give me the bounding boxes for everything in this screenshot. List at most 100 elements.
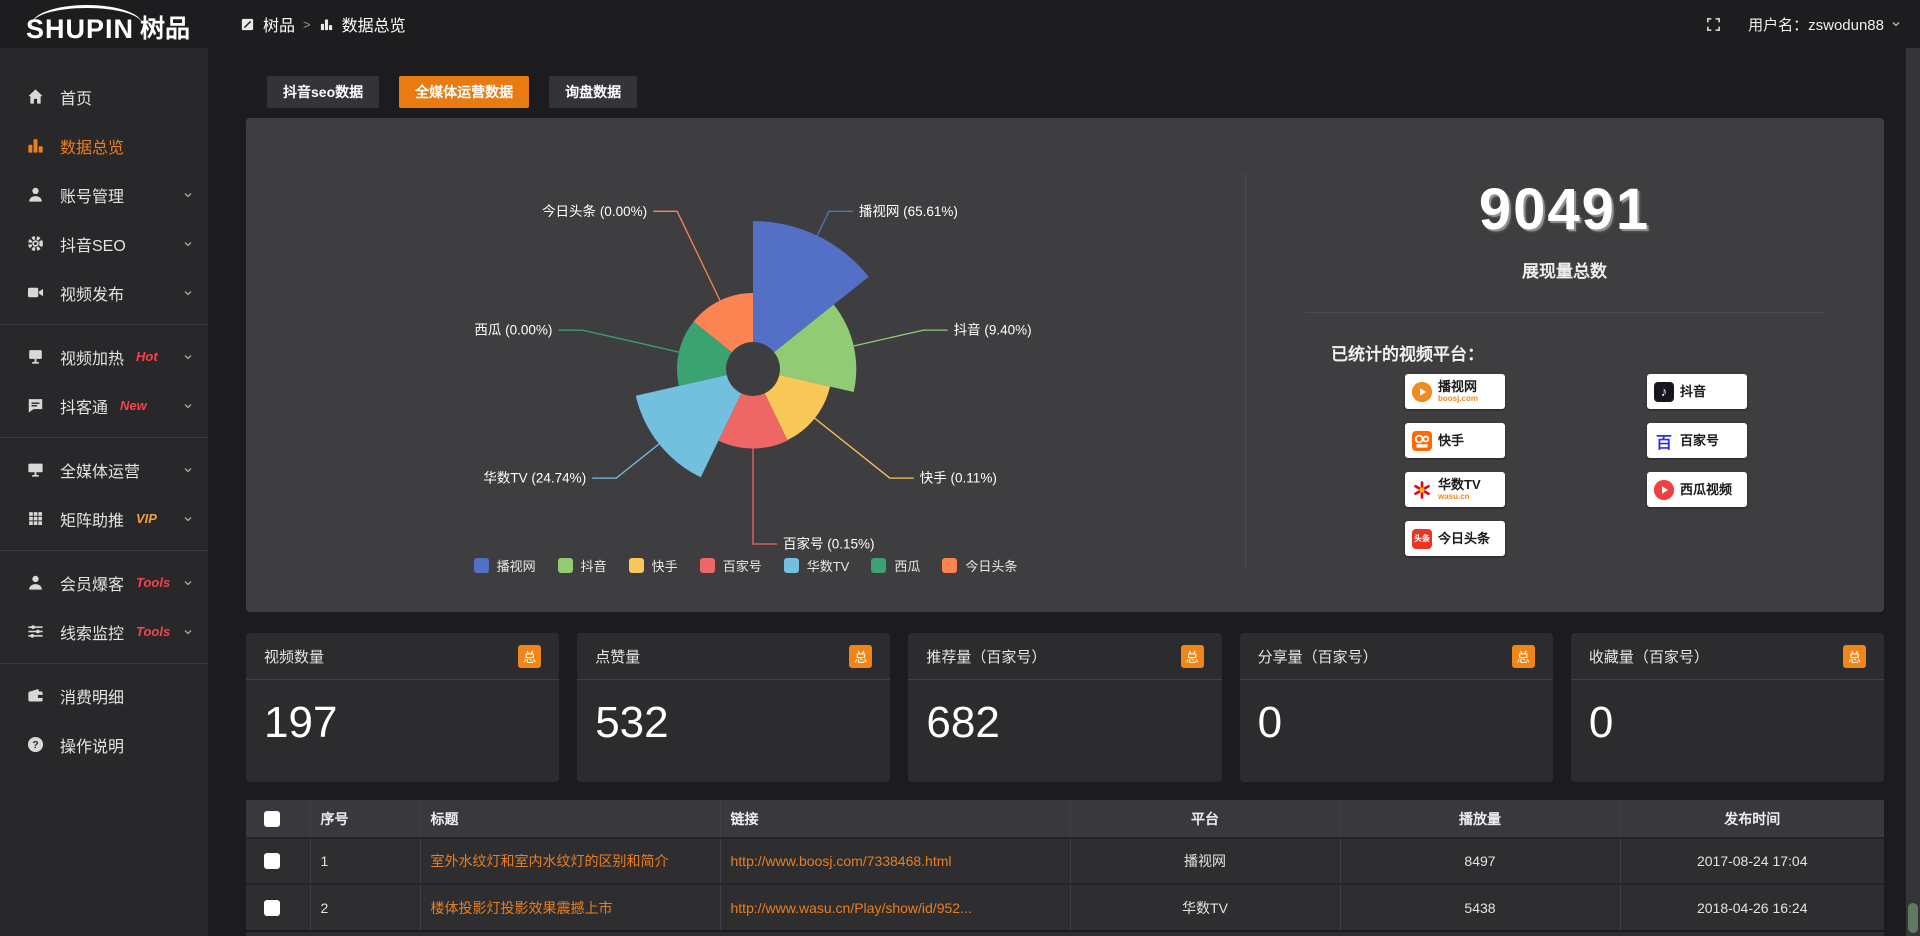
legend-item-抖音[interactable]: 抖音 (558, 556, 607, 575)
header-num: 序号 (310, 800, 420, 838)
sidebar-item-badge: VIP (136, 511, 157, 526)
sidebar-item-label: 会员爆客 (60, 571, 124, 595)
sidebar-item-抖音SEO[interactable]: 抖音SEO (0, 219, 208, 268)
chevron-down-icon[interactable] (182, 400, 194, 412)
video-title-link[interactable]: 楼体投影灯投影效果震撼上市 (431, 900, 613, 916)
stat-card-label: 推荐量（百家号） (926, 646, 1180, 667)
stat-card-value: 0 (1571, 680, 1884, 748)
chevron-down-icon[interactable] (182, 189, 194, 201)
sidebar-item-label: 抖客通 (60, 394, 108, 418)
total-badge: 总 (1512, 645, 1535, 668)
pie-label-西瓜: 西瓜 (0.00%) (474, 323, 552, 338)
tab-询盘数据[interactable]: 询盘数据 (549, 76, 637, 108)
data-tabs: 抖音seo数据全媒体运营数据询盘数据 (267, 76, 637, 108)
rose-pie-chart: 播视网 (65.61%)抖音 (9.40%)快手 (0.11%)百家号 (0.1… (246, 118, 1245, 588)
platform-badge-西瓜视频: 西瓜视频 (1647, 472, 1747, 507)
next-table-row-partial (246, 932, 1884, 936)
sidebar-item-首页[interactable]: 首页 (0, 72, 208, 121)
sidebar-item-会员爆客[interactable]: 会员爆客Tools (0, 558, 208, 607)
legend-item-西瓜[interactable]: 西瓜 (871, 556, 920, 575)
select-all-checkbox[interactable] (264, 811, 280, 827)
sidebar-item-线索监控[interactable]: 线索监控Tools (0, 607, 208, 656)
legend-label: 快手 (652, 556, 678, 575)
header-platform: 平台 (1070, 800, 1340, 838)
row-time: 2017-08-24 17:04 (1620, 838, 1884, 884)
tab-全媒体运营数据[interactable]: 全媒体运营数据 (399, 76, 529, 108)
legend-label: 今日头条 (965, 556, 1017, 575)
video-url-link[interactable]: http://www.boosj.com/7338468.html (731, 853, 952, 869)
label-line-华数TV (592, 444, 659, 478)
legend-swatch (474, 558, 489, 573)
sidebar-item-账号管理[interactable]: 账号管理 (0, 170, 208, 219)
label-line-播视网 (817, 211, 853, 235)
video-icon (26, 283, 45, 302)
chat-icon (26, 396, 45, 415)
sidebar-item-badge: Hot (136, 349, 158, 364)
platform-badge-百家号: 百百家号 (1647, 423, 1747, 458)
legend-item-快手[interactable]: 快手 (629, 556, 678, 575)
legend-label: 抖音 (581, 556, 607, 575)
pie-label-快手: 快手 (0.11%) (920, 471, 997, 486)
home-icon (26, 87, 45, 106)
video-url-link[interactable]: http://www.wasu.cn/Play/show/id/952... (731, 900, 972, 916)
sidebar-item-badge: Tools (136, 624, 170, 639)
chevron-down-icon[interactable] (182, 238, 194, 250)
header-time: 发布时间 (1620, 800, 1884, 838)
sidebar-item-视频发布[interactable]: 视频发布 (0, 268, 208, 317)
chevron-down-icon[interactable] (182, 513, 194, 525)
platform-badge-快手: 快手 (1405, 423, 1505, 458)
platform-name: 今日头条 (1438, 532, 1490, 545)
platform-badge-抖音: ♪抖音 (1647, 374, 1747, 409)
sidebar-item-视频加热[interactable]: 视频加热Hot (0, 332, 208, 381)
summary-section: 90491 展现量总数 已统计的视频平台： 播视网boosj.com♪抖音快手百… (1245, 118, 1884, 612)
stat-card-header: 点赞量总 (577, 633, 890, 680)
sidebar-item-矩阵助推[interactable]: 矩阵助推 VIP (0, 494, 208, 543)
sidebar-item-消费明细[interactable]: 消费明细 (0, 671, 208, 720)
user-menu[interactable]: 用户名：zswodun88 (1748, 14, 1902, 35)
page-scrollbar-track[interactable] (1906, 48, 1920, 936)
legend-item-百家号[interactable]: 百家号 (700, 556, 762, 575)
row-checkbox[interactable] (264, 900, 280, 916)
stat-card-label: 分享量（百家号） (1258, 646, 1512, 667)
stat-card-value: 682 (908, 680, 1221, 748)
legend-swatch (558, 558, 573, 573)
legend-item-播视网[interactable]: 播视网 (474, 556, 536, 575)
platform-subtext: wasu.cn (1438, 493, 1481, 501)
username-label: 用户名：zswodun88 (1748, 14, 1884, 35)
sidebar-divider (0, 324, 208, 325)
sidebar-item-全媒体运营[interactable]: 全媒体运营 (0, 445, 208, 494)
total-badge: 总 (849, 645, 872, 668)
page-scrollbar-thumb[interactable] (1908, 903, 1918, 933)
label-line-西瓜 (558, 330, 679, 352)
sidebar-item-label: 矩阵助推 (60, 507, 124, 531)
xigua-logo (1654, 480, 1674, 500)
label-line-快手 (815, 418, 914, 478)
stat-card-value: 532 (577, 680, 890, 748)
chevron-down-icon[interactable] (182, 577, 194, 589)
sidebar-item-badge: New (120, 398, 147, 413)
fullscreen-icon[interactable] (1705, 16, 1722, 33)
app-logo: SHUPIN 树品 (26, 4, 190, 44)
gear-icon (26, 234, 45, 253)
platform-name: 百家号 (1680, 434, 1719, 447)
video-title-link[interactable]: 室外水纹灯和室内水纹灯的区别和简介 (431, 853, 669, 869)
breadcrumb-home[interactable]: 树品 (263, 12, 295, 36)
legend-item-今日头条[interactable]: 今日头条 (942, 556, 1017, 575)
platform-badge-今日头条: 头条今日头条 (1405, 521, 1505, 556)
chevron-down-icon[interactable] (182, 464, 194, 476)
legend-swatch (942, 558, 957, 573)
sidebar-item-操作说明[interactable]: ?操作说明 (0, 720, 208, 769)
row-checkbox[interactable] (264, 853, 280, 869)
chevron-down-icon[interactable] (182, 626, 194, 638)
impressions-total-value: 90491 (1245, 176, 1884, 243)
sidebar-item-数据总览[interactable]: 数据总览 (0, 121, 208, 170)
sidebar-item-label: 首页 (60, 85, 92, 109)
tab-抖音seo数据[interactable]: 抖音seo数据 (267, 76, 379, 108)
legend-item-华数TV[interactable]: 华数TV (784, 556, 850, 575)
row-platform: 播视网 (1070, 838, 1340, 884)
chevron-down-icon[interactable] (182, 351, 194, 363)
chevron-down-icon[interactable] (182, 287, 194, 299)
platform-name: 西瓜视频 (1680, 483, 1732, 496)
pie-label-百家号: 百家号 (0.15%) (783, 536, 875, 552)
sidebar-item-抖客通[interactable]: 抖客通 New (0, 381, 208, 430)
